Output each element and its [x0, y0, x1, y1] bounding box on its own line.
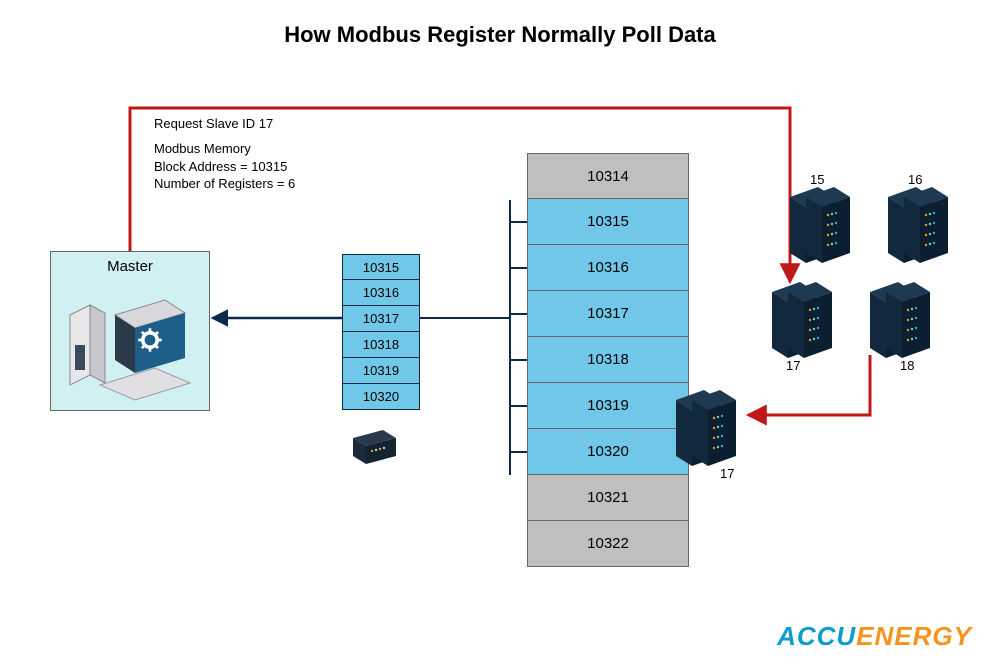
response-reg: 10315	[342, 254, 420, 280]
mem-row: 10315	[527, 199, 689, 245]
mem-row: 10317	[527, 291, 689, 337]
selected-slave-icon	[684, 388, 744, 468]
response-reg: 10316	[342, 280, 420, 306]
network-switch-icon	[348, 428, 398, 468]
memory-block: Modbus Memory Block Address = 10315 Numb…	[154, 140, 295, 193]
memory-map-stack: 10314 10315 10316 10317 10318 10319 1032…	[527, 153, 689, 567]
logo-part-b: ENERGY	[856, 621, 972, 651]
response-reg: 10319	[342, 358, 420, 384]
slave-server-icon	[896, 185, 956, 265]
request-arrow	[130, 108, 790, 280]
master-label: Master	[50, 258, 210, 275]
mem-row: 10314	[527, 153, 689, 199]
response-reg: 10320	[342, 384, 420, 410]
slave-server-icon	[798, 185, 858, 265]
response-reg: 10318	[342, 332, 420, 358]
memory-line1: Block Address = 10315	[154, 158, 295, 176]
brand-logo: ACCUENERGY	[777, 621, 972, 652]
slave-server-icon	[780, 280, 840, 360]
diagram-title: How Modbus Register Normally Poll Data	[0, 22, 1000, 48]
logo-part-a: ACCU	[777, 621, 856, 651]
slave-label: 16	[908, 172, 922, 187]
mem-row: 10321	[527, 475, 689, 521]
master-computer-icon	[60, 295, 200, 405]
slave-label: 17	[786, 358, 800, 373]
slave-label: 15	[810, 172, 824, 187]
slave-select-arrow	[750, 355, 870, 415]
mem-row: 10319	[527, 383, 689, 429]
mem-row: 10316	[527, 245, 689, 291]
response-reg: 10317	[342, 306, 420, 332]
mem-row: 10320	[527, 429, 689, 475]
response-register-stack: 10315 10316 10317 10318 10319 10320	[342, 254, 420, 410]
selected-slave-label: 17	[720, 466, 734, 481]
mem-row: 10318	[527, 337, 689, 383]
slave-label: 18	[900, 358, 914, 373]
request-label: Request Slave ID 17	[154, 116, 273, 131]
memory-line2: Number of Registers = 6	[154, 175, 295, 193]
slave-server-icon	[878, 280, 938, 360]
mem-row: 10322	[527, 521, 689, 567]
memory-heading: Modbus Memory	[154, 140, 295, 158]
